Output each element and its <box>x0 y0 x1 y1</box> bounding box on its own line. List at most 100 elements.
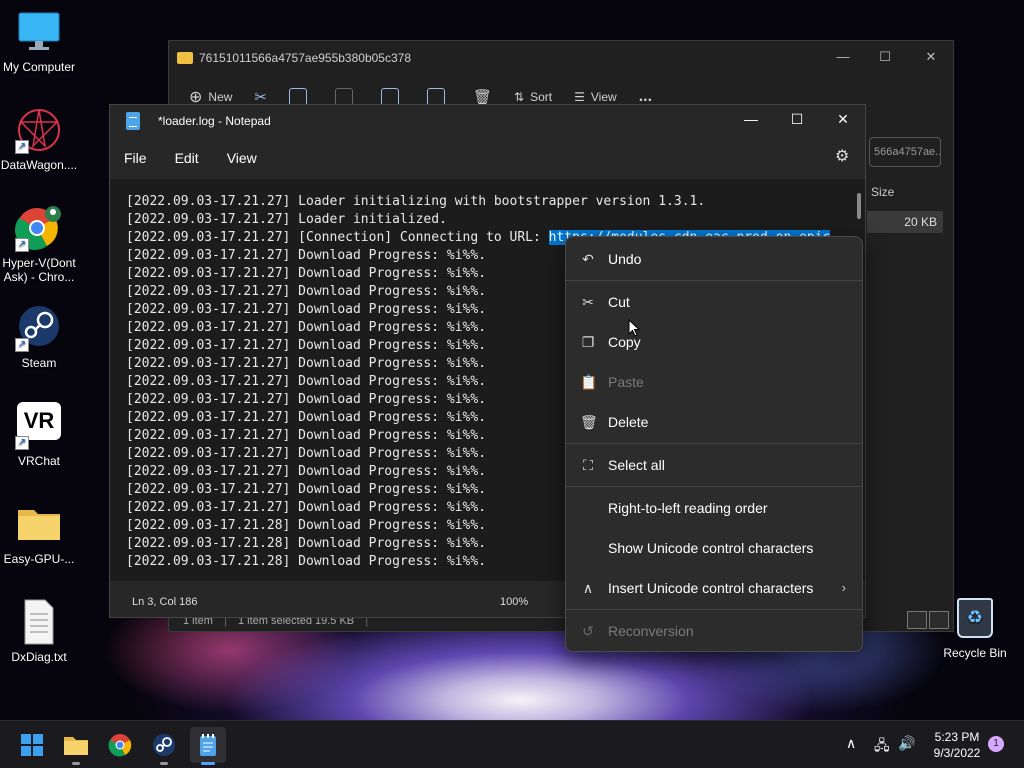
search-box[interactable]: 566a4757ae... <box>869 137 941 167</box>
steam-icon: ↗ <box>15 304 63 352</box>
menu-item-undo[interactable]: ↶ Undo <box>566 239 862 279</box>
file-size-cell[interactable]: 20 KB <box>867 211 943 233</box>
desktop-icon-recycle-bin[interactable]: ♻ Recycle Bin <box>940 598 1010 660</box>
menu-item-insert-unicode[interactable]: ∧ Insert Unicode control characters › <box>566 568 862 608</box>
new-label: New <box>208 90 233 104</box>
gear-icon[interactable]: ⚙ <box>835 149 851 165</box>
taskbar-file-explorer[interactable] <box>58 727 94 765</box>
desktop-icon-label: DxDiag.txt <box>11 650 67 664</box>
menu-item-label: Right-to-left reading order <box>608 500 768 516</box>
line-text: [2022.09.03-17.21.27] Loader initializin… <box>126 194 706 209</box>
line-text: [2022.09.03-17.21.27] Download Progress:… <box>126 356 487 371</box>
chrome-icon: ↗ <box>14 204 63 252</box>
folder-icon <box>177 52 193 64</box>
line-text: [2022.09.03-17.21.27] Download Progress:… <box>126 320 487 335</box>
line-text: [2022.09.03-17.21.28] Download Progress:… <box>126 518 487 533</box>
taskbar-chrome[interactable] <box>102 727 138 763</box>
shortcut-arrow-icon: ↗ <box>15 338 29 352</box>
line-text: [2022.09.03-17.21.27] Download Progress:… <box>126 446 487 461</box>
close-icon[interactable]: ✕ <box>921 49 941 65</box>
sort-button[interactable]: ⇅ Sort <box>514 90 552 104</box>
menu-item-show-unicode[interactable]: Show Unicode control characters <box>566 528 862 568</box>
menu-separator <box>566 280 862 281</box>
explorer-title: 76151011566a4757ae955b380b05c378 <box>199 51 411 65</box>
menu-item-label: Reconversion <box>608 623 694 639</box>
text-line: [2022.09.03-17.21.27] Loader initialized… <box>126 211 849 229</box>
desktop-icon-my-computer[interactable]: My Computer <box>0 8 78 74</box>
desktop-icon-label: My Computer <box>2 60 76 74</box>
text-line: [2022.09.03-17.21.27] Loader initializin… <box>126 193 849 211</box>
show-hidden-icons-chevron-icon[interactable]: ∧ <box>846 735 856 752</box>
clock[interactable]: 5:23 PM 9/3/2022 <box>924 729 990 761</box>
line-text: [2022.09.03-17.21.27] Download Progress:… <box>126 392 487 407</box>
menu-edit[interactable]: Edit <box>175 150 199 166</box>
desktop-icon-chrome-profile[interactable]: ↗ Hyper-V(Dont Ask) - Chro... <box>0 204 78 284</box>
line-text: [2022.09.03-17.21.28] Download Progress:… <box>126 536 487 551</box>
menu-item-rtl-reading-order[interactable]: Right-to-left reading order <box>566 488 862 528</box>
taskbar-steam[interactable] <box>146 727 182 765</box>
menu-item-delete[interactable]: 🗑 Delete <box>566 402 862 442</box>
sort-icon: ⇅ <box>514 90 525 104</box>
zoom-level: 100% <box>500 596 529 608</box>
chevron-right-icon: › <box>841 580 846 595</box>
desktop-icon-label: Steam <box>21 356 57 370</box>
sort-label: Sort <box>530 90 553 104</box>
notification-badge[interactable]: 1 <box>988 736 1004 752</box>
line-text: [2022.09.03-17.21.27] Download Progress:… <box>126 464 487 479</box>
menu-item-reconversion[interactable]: ↺ Reconversion <box>566 611 862 651</box>
text-file-icon <box>15 598 63 646</box>
line-text: [2022.09.03-17.21.27] Download Progress:… <box>126 410 487 425</box>
menu-item-copy[interactable]: ❐ Copy <box>566 322 862 362</box>
menu-item-paste[interactable]: 📋 Paste <box>566 362 862 402</box>
minimize-icon[interactable]: — <box>740 111 762 131</box>
line-text: [2022.09.03-17.21.27] Download Progress:… <box>126 482 487 497</box>
menu-file[interactable]: File <box>124 150 147 166</box>
menu-item-label: Cut <box>608 294 630 310</box>
size-column-header[interactable]: Size <box>871 185 894 199</box>
menu-view[interactable]: View <box>227 150 257 166</box>
menu-item-label: Show Unicode control characters <box>608 540 814 556</box>
details-view-icon[interactable] <box>907 611 927 629</box>
menu-separator <box>566 609 862 610</box>
cursor-position: Ln 3, Col 186 <box>132 596 198 608</box>
clock-date: 9/3/2022 <box>933 746 981 760</box>
desktop-icon-vrchat[interactable]: VR ↗ VRChat <box>0 402 78 468</box>
notepad-menubar: File Edit View <box>110 137 865 179</box>
line-text: [2022.09.03-17.21.27] Download Progress:… <box>126 500 487 515</box>
mouse-pointer-icon <box>628 319 640 337</box>
taskbar: ∧ 🖧 🔊 5:23 PM 9/3/2022 <box>0 720 1024 768</box>
volume-icon[interactable]: 🔊 <box>898 735 915 752</box>
line-text: [2022.09.03-17.21.27] Download Progress:… <box>126 248 487 263</box>
desktop-icon-datawagon[interactable]: ↗ DataWagon.... <box>0 106 78 172</box>
desktop-icon-dxdiag[interactable]: DxDiag.txt <box>0 598 78 664</box>
menu-item-select-all[interactable]: ⛶ Select all <box>566 445 862 485</box>
paste-icon: 📋 <box>580 374 598 390</box>
desktop-icon-label: DataWagon.... <box>0 158 78 172</box>
view-button[interactable]: ☰ View <box>574 90 617 104</box>
network-icon[interactable]: 🖧 <box>874 735 890 759</box>
recycle-bin-icon: ♻ <box>957 598 993 638</box>
scissors-icon: ✂ <box>582 294 594 310</box>
minimize-icon[interactable]: — <box>833 49 853 65</box>
maximize-icon[interactable]: ☐ <box>875 49 895 65</box>
vertical-scrollbar[interactable] <box>857 193 861 219</box>
desktop-icon-label: Easy-GPU-... <box>3 552 75 566</box>
chrome-icon <box>108 734 132 757</box>
shortcut-arrow-icon: ↗ <box>15 436 29 450</box>
desktop-icon-easy-gpu[interactable]: Easy-GPU-... <box>0 500 78 566</box>
taskbar-notepad[interactable] <box>190 727 226 765</box>
menu-item-cut[interactable]: ✂ Cut <box>566 282 862 322</box>
start-button[interactable] <box>14 727 50 763</box>
line-text: [2022.09.03-17.21.27] Download Progress:… <box>126 302 487 317</box>
notepad-title: *loader.log - Notepad <box>158 114 271 128</box>
context-menu[interactable]: ↶ Undo ✂ Cut ❐ Copy 📋 Paste 🗑 Delete ⛶ S… <box>565 236 863 652</box>
clock-time: 5:23 PM <box>934 730 980 744</box>
line-text: [2022.09.03-17.21.27] Loader initialized… <box>126 212 447 227</box>
desktop-icon-steam[interactable]: ↗ Steam <box>0 304 78 370</box>
maximize-icon[interactable]: ☐ <box>786 111 808 131</box>
close-icon[interactable]: ✕ <box>832 111 854 131</box>
notepad-icon <box>200 734 216 756</box>
monitor-icon <box>15 8 63 56</box>
view-label: View <box>590 90 617 104</box>
line-text: [2022.09.03-17.21.28] Download Progress:… <box>126 554 487 569</box>
